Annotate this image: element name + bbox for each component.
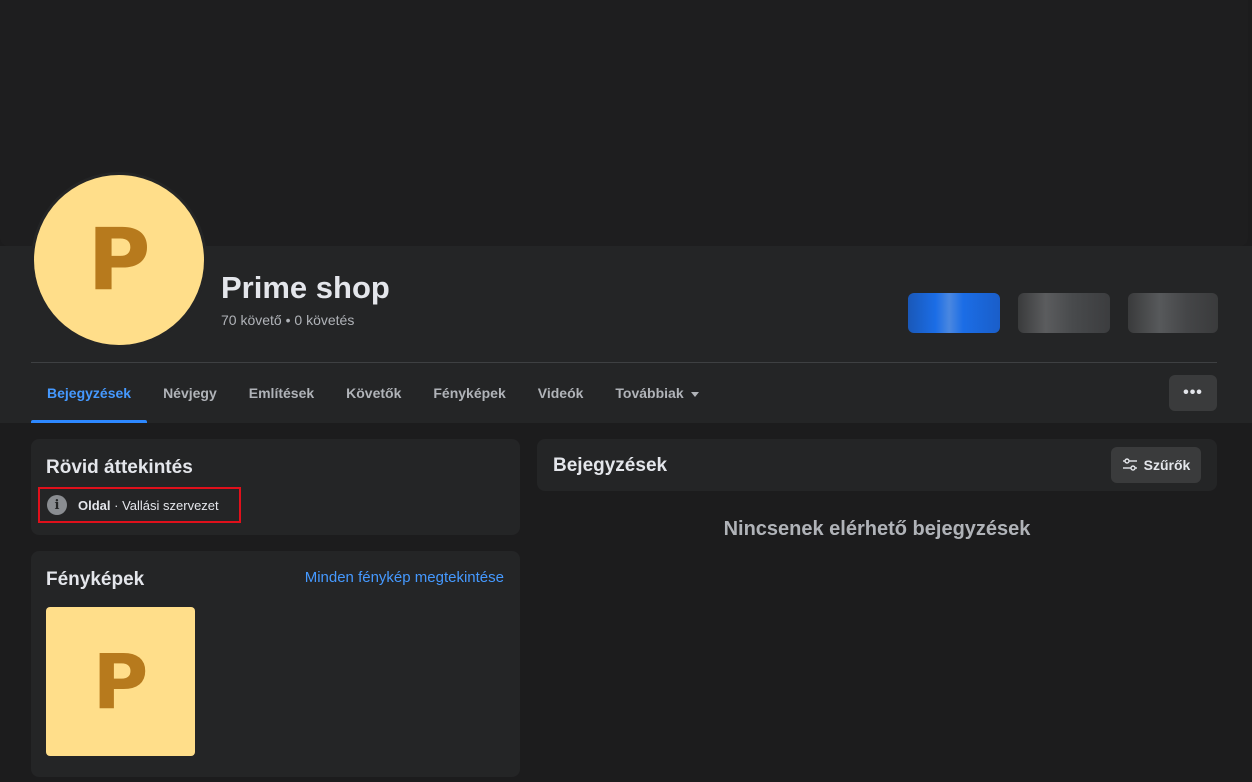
category-type: Oldal [78, 497, 111, 513]
tab-about[interactable]: Névjegy [147, 363, 233, 423]
blurred-primary-button[interactable] [908, 293, 1000, 333]
info-icon: i [47, 495, 67, 515]
blurred-secondary-button[interactable] [1018, 293, 1110, 333]
tab-more[interactable]: Továbbiak [599, 363, 714, 423]
more-options-button[interactable]: ••• [1169, 375, 1217, 411]
caret-down-icon [690, 391, 699, 397]
profile-avatar[interactable]: P [31, 172, 207, 348]
tab-mentions[interactable]: Említések [233, 363, 330, 423]
follower-stats[interactable]: 70 követő • 0 követés [221, 312, 354, 328]
page-title[interactable]: Prime shop [221, 270, 390, 306]
tab-videos[interactable]: Videók [522, 363, 600, 423]
see-all-photos-link[interactable]: Minden fénykép megtekintése [305, 569, 504, 586]
photos-card: Fényképek Minden fénykép megtekintése P [31, 551, 520, 777]
posts-title: Bejegyzések [553, 455, 668, 476]
filters-button[interactable]: Szűrők [1111, 447, 1201, 483]
avatar-letter: P [34, 175, 204, 345]
ellipsis-icon: ••• [1183, 384, 1203, 401]
blurred-tertiary-button[interactable] [1128, 293, 1218, 333]
empty-posts-message: Nincsenek elérhető bejegyzések [723, 518, 1031, 540]
page-category-row: i Oldal · Vallási szervezet [38, 487, 241, 523]
intro-title: Rövid áttekintés [46, 457, 193, 478]
intro-card: Rövid áttekintés i Oldal · Vallási szerv… [31, 439, 520, 535]
profile-tabs: Bejegyzések Névjegy Említések Követők Fé… [31, 363, 715, 423]
category-value[interactable]: · Vallási szervezet [111, 498, 219, 513]
sliders-icon [1122, 458, 1138, 472]
filters-label: Szűrők [1143, 457, 1191, 473]
photo-thumbnail[interactable]: P [46, 607, 195, 756]
tab-followers[interactable]: Követők [330, 363, 417, 423]
photos-title[interactable]: Fényképek [46, 569, 144, 591]
tab-posts[interactable]: Bejegyzések [31, 363, 148, 423]
posts-header-card: Bejegyzések Szűrők [537, 439, 1217, 491]
tab-photos[interactable]: Fényképek [417, 363, 521, 423]
